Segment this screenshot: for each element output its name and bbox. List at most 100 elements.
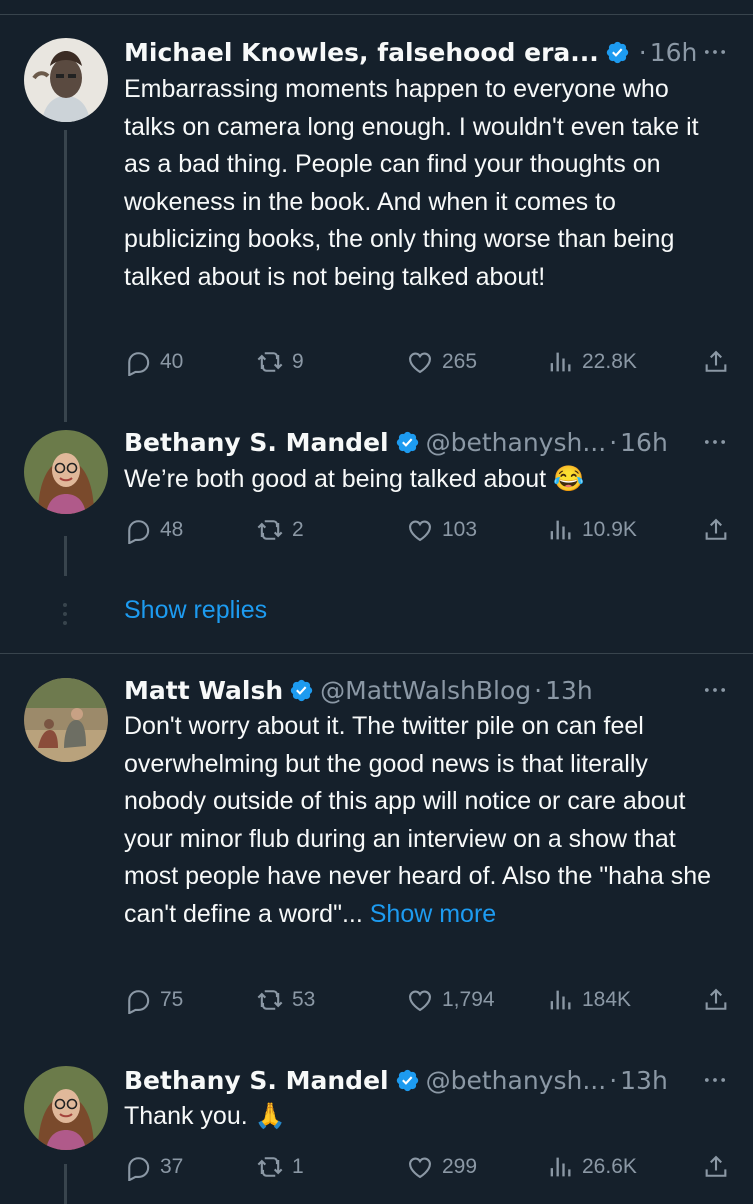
share-button[interactable] bbox=[702, 1149, 730, 1185]
reply-count: 75 bbox=[160, 988, 184, 1011]
thread-line bbox=[64, 130, 67, 422]
like-icon bbox=[406, 348, 434, 376]
retweet-button[interactable]: 53 bbox=[256, 982, 315, 1018]
display-name[interactable]: Michael Knowles, falsehood era... bbox=[124, 38, 599, 67]
timestamp[interactable]: 13h bbox=[620, 1066, 668, 1095]
show-more-link[interactable]: Show more bbox=[370, 900, 496, 928]
tweet-matt-walsh[interactable]: Matt Walsh @MattWalshBlog · 13h Don't wo… bbox=[0, 670, 753, 1030]
views-button[interactable]: 184K bbox=[546, 982, 631, 1018]
reply-button[interactable]: 40 bbox=[124, 344, 183, 380]
share-icon bbox=[702, 986, 730, 1014]
tweet-bethany-mandel-reply[interactable]: Bethany S. Mandel @bethanysh... · 13h Th… bbox=[0, 1060, 753, 1204]
reply-icon bbox=[124, 1153, 152, 1181]
retweet-button[interactable]: 2 bbox=[256, 512, 304, 548]
like-button[interactable]: 265 bbox=[406, 344, 477, 380]
share-button[interactable] bbox=[702, 982, 730, 1018]
views-button[interactable]: 26.6K bbox=[546, 1149, 637, 1185]
tweet-text: We’re both good at being talked about 😂 bbox=[124, 465, 585, 493]
like-icon bbox=[406, 1153, 434, 1181]
avatar-image bbox=[24, 1066, 108, 1150]
like-button[interactable]: 1,794 bbox=[406, 982, 495, 1018]
reply-button[interactable]: 48 bbox=[124, 512, 183, 548]
like-count: 103 bbox=[442, 518, 478, 541]
retweet-icon bbox=[256, 1153, 284, 1181]
tweet-header: Bethany S. Mandel @bethanysh... · 16h bbox=[124, 422, 733, 462]
avatar[interactable] bbox=[24, 430, 108, 514]
handle[interactable]: @bethanysh... bbox=[426, 428, 607, 457]
tweet-bethany-mandel[interactable]: Bethany S. Mandel @bethanysh... · 16h We… bbox=[0, 420, 753, 576]
like-count: 299 bbox=[442, 1155, 478, 1178]
like-count: 1,794 bbox=[442, 988, 495, 1011]
more-icon[interactable] bbox=[697, 1062, 733, 1098]
tweet-header: Michael Knowles, falsehood era... · 16h bbox=[124, 32, 733, 72]
tweet-body: Don't worry about it. The twitter pile o… bbox=[124, 712, 719, 928]
reply-icon bbox=[124, 986, 152, 1014]
more-icon[interactable] bbox=[697, 672, 733, 708]
retweet-icon bbox=[256, 516, 284, 544]
handle[interactable]: @bethanysh... bbox=[426, 1066, 607, 1095]
reply-icon bbox=[124, 516, 152, 544]
retweet-button[interactable]: 9 bbox=[256, 344, 304, 380]
views-count: 10.9K bbox=[582, 518, 637, 541]
reply-icon bbox=[124, 348, 152, 376]
action-bar: 40 9 265 22.8K bbox=[124, 344, 730, 380]
retweet-count: 1 bbox=[292, 1155, 304, 1178]
verified-badge-icon bbox=[395, 1068, 420, 1093]
views-icon bbox=[546, 986, 574, 1014]
share-button[interactable] bbox=[702, 344, 730, 380]
more-icon[interactable] bbox=[697, 424, 733, 460]
action-bar: 75 53 1,794 184K bbox=[124, 982, 730, 1018]
separator-dot: · bbox=[534, 675, 543, 705]
avatar[interactable] bbox=[24, 38, 108, 122]
retweet-count: 9 bbox=[292, 350, 304, 373]
action-bar: 48 2 103 10.9K bbox=[124, 512, 730, 548]
share-icon bbox=[702, 348, 730, 376]
show-replies-link[interactable]: Show replies bbox=[124, 596, 267, 625]
tweet-text: Thank you. 🙏 bbox=[124, 1102, 286, 1130]
more-replies-dots-icon bbox=[63, 603, 67, 625]
like-count: 265 bbox=[442, 350, 478, 373]
reply-button[interactable]: 75 bbox=[124, 982, 183, 1018]
display-name[interactable]: Bethany S. Mandel bbox=[124, 428, 389, 457]
display-name[interactable]: Bethany S. Mandel bbox=[124, 1066, 389, 1095]
divider bbox=[0, 653, 753, 654]
share-button[interactable] bbox=[702, 512, 730, 548]
views-count: 26.6K bbox=[582, 1155, 637, 1178]
reply-button[interactable]: 37 bbox=[124, 1149, 183, 1185]
share-icon bbox=[702, 1153, 730, 1181]
retweet-button[interactable]: 1 bbox=[256, 1149, 304, 1185]
views-icon bbox=[546, 1153, 574, 1181]
timestamp[interactable]: 13h bbox=[545, 676, 593, 705]
action-bar: 37 1 299 26.6K bbox=[124, 1149, 730, 1185]
retweet-icon bbox=[256, 348, 284, 376]
views-button[interactable]: 22.8K bbox=[546, 344, 637, 380]
thread-line bbox=[64, 1164, 67, 1204]
separator-dot: · bbox=[609, 427, 618, 457]
avatar-image bbox=[24, 38, 108, 122]
retweet-count: 53 bbox=[292, 988, 316, 1011]
display-name[interactable]: Matt Walsh bbox=[124, 676, 283, 705]
thread-line bbox=[64, 536, 67, 576]
tweet-header: Bethany S. Mandel @bethanysh... · 13h bbox=[124, 1060, 733, 1100]
share-icon bbox=[702, 516, 730, 544]
like-button[interactable]: 103 bbox=[406, 512, 477, 548]
reply-count: 40 bbox=[160, 350, 184, 373]
tweet-header: Matt Walsh @MattWalshBlog · 13h bbox=[124, 670, 733, 710]
avatar[interactable] bbox=[24, 678, 108, 762]
avatar[interactable] bbox=[24, 1066, 108, 1150]
views-count: 22.8K bbox=[582, 350, 637, 373]
views-icon bbox=[546, 348, 574, 376]
views-icon bbox=[546, 516, 574, 544]
timestamp[interactable]: 16h bbox=[620, 428, 668, 457]
tweet-text: Embarrassing moments happen to everyone … bbox=[124, 75, 706, 291]
reply-count: 37 bbox=[160, 1155, 184, 1178]
verified-badge-icon bbox=[289, 678, 314, 703]
retweet-icon bbox=[256, 986, 284, 1014]
more-icon[interactable] bbox=[697, 34, 733, 70]
like-button[interactable]: 299 bbox=[406, 1149, 477, 1185]
timestamp[interactable]: 16h bbox=[650, 38, 698, 67]
views-button[interactable]: 10.9K bbox=[546, 512, 637, 548]
tweet-michael-knowles[interactable]: Michael Knowles, falsehood era... · 16h … bbox=[0, 30, 753, 422]
handle[interactable]: @MattWalshBlog bbox=[320, 676, 531, 705]
like-icon bbox=[406, 986, 434, 1014]
